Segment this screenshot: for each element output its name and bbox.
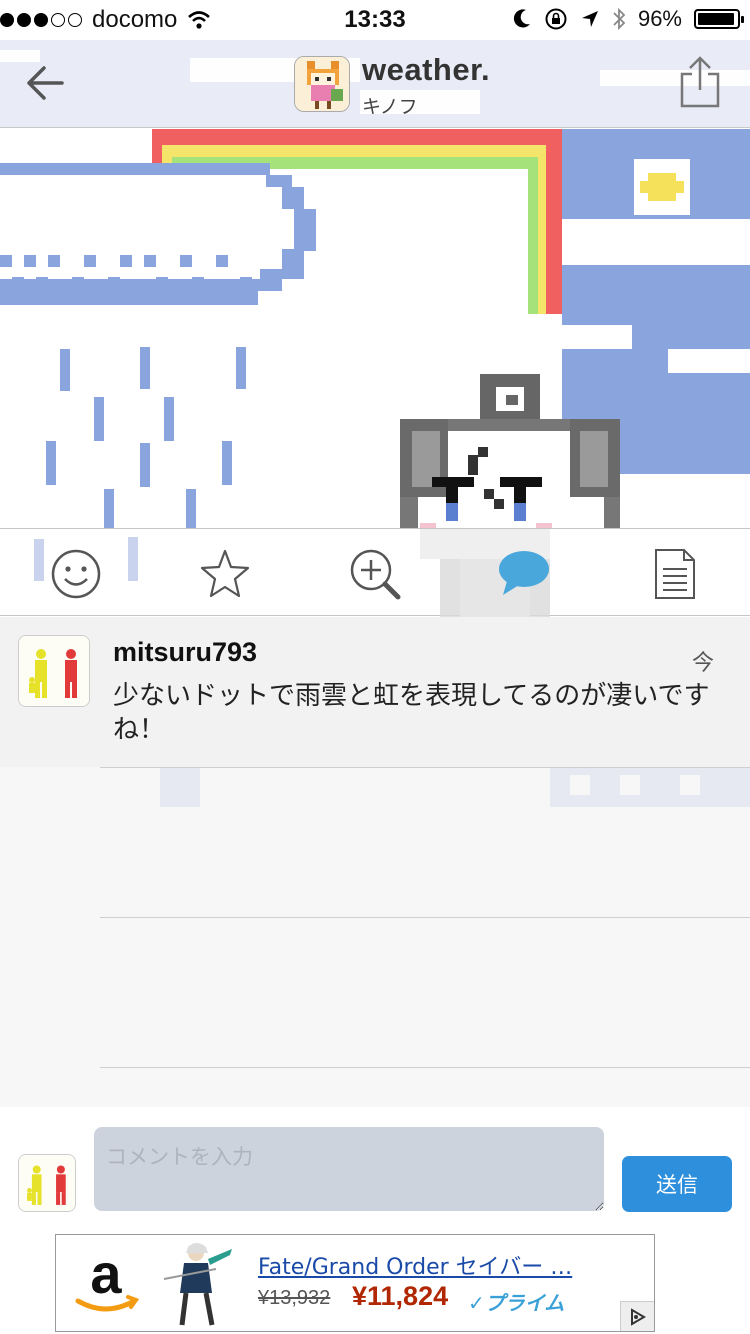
comment-list: mitsuru793 今 少ないドットで雨雲と虹を表現してるのが凄いですね！ [0, 617, 750, 1107]
comment-tab-button[interactable] [497, 547, 551, 601]
header-bar: weather. キノフ [0, 40, 750, 128]
user-avatar-icon [19, 636, 89, 706]
amazon-logo-icon: a [75, 1245, 140, 1312]
comment-username[interactable]: mitsuru793 [113, 637, 257, 668]
star-icon [200, 549, 250, 598]
product-figure-image [163, 1243, 232, 1326]
ad-original-price: ¥13,932 [258, 1287, 331, 1309]
row-divider [100, 1067, 750, 1068]
app-avatar[interactable] [294, 56, 350, 112]
user-avatar[interactable] [18, 635, 90, 707]
favorite-button[interactable] [198, 547, 252, 601]
rotation-lock-icon [545, 8, 567, 30]
ad-choices-icon [630, 1307, 646, 1326]
pixel-art-weather-illustration [0, 129, 750, 529]
comment-item: mitsuru793 今 少ないドットで雨雲と虹を表現してるのが凄いですね！ [0, 617, 750, 767]
bluetooth-icon [613, 7, 626, 31]
share-icon [680, 56, 720, 108]
moon-icon [513, 9, 530, 28]
smiley-icon [51, 549, 101, 599]
status-right: 96% [512, 6, 744, 32]
location-icon [581, 11, 598, 27]
advertisement-banner[interactable]: a Fate/Grand Order セイバー … ¥13,932 ¥11,82… [55, 1234, 655, 1332]
comment-icon [499, 551, 549, 595]
row-divider [100, 767, 750, 768]
ad-prime-badge: ✓プライム [468, 1291, 565, 1315]
action-toolbar [0, 528, 750, 617]
send-button[interactable]: 送信 [622, 1156, 732, 1212]
row-divider [100, 917, 750, 918]
comment-input-bar: 送信 [0, 1107, 750, 1227]
share-button[interactable] [678, 54, 722, 110]
zoom-button[interactable] [348, 547, 402, 601]
status-bar: docomo 13:33 96% [0, 0, 750, 40]
user-avatar-icon [19, 1155, 75, 1211]
zoom-in-icon [350, 549, 401, 600]
fox-character-icon [295, 57, 349, 111]
app-title: weather. [362, 52, 491, 87]
reaction-button[interactable] [49, 547, 103, 601]
comment-timestamp: 今 [691, 651, 714, 676]
document-icon [655, 549, 695, 599]
battery-icon [694, 9, 744, 29]
details-button[interactable] [648, 547, 702, 601]
comment-text: 少ないドットで雨雲と虹を表現してるのが凄いですね！ [113, 681, 710, 745]
back-arrow-icon [27, 66, 64, 100]
ad-product-title[interactable]: Fate/Grand Order セイバー … [258, 1249, 572, 1281]
artwork-image[interactable] [0, 129, 750, 529]
svg-text:a: a [90, 1245, 122, 1305]
battery-percent: 96% [637, 6, 682, 31]
my-avatar [18, 1154, 76, 1212]
ad-choices-button[interactable] [620, 1301, 654, 1331]
comment-input[interactable] [94, 1127, 604, 1211]
app-subtitle: キノフ [362, 97, 418, 118]
ad-sale-price: ¥11,824 [352, 1281, 449, 1311]
back-button[interactable] [22, 58, 72, 108]
